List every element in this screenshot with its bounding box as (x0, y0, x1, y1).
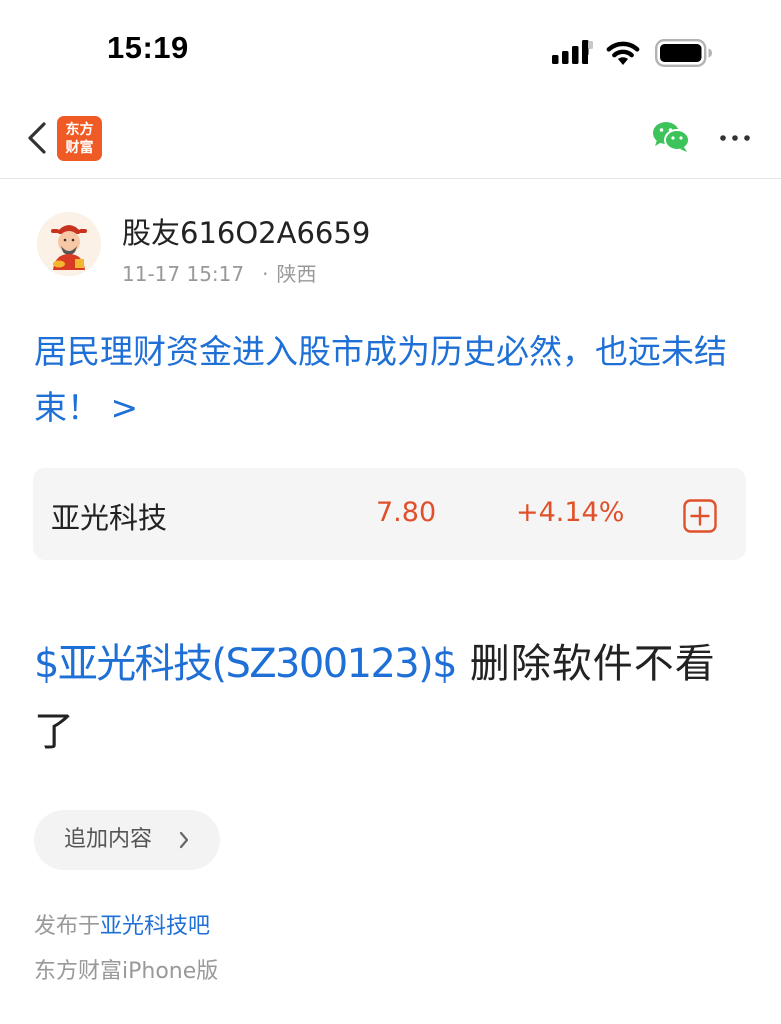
navigation-bar: 东方 财富 (0, 100, 781, 179)
add-watchlist-icon[interactable] (683, 499, 717, 533)
post-location: 陕西 (276, 262, 317, 286)
god-of-wealth-avatar-icon (37, 212, 101, 276)
author-avatar[interactable] (37, 212, 101, 276)
back-icon[interactable] (24, 120, 54, 156)
signal-icon (552, 40, 594, 64)
app-logo[interactable]: 东方 财富 (57, 116, 102, 161)
author-name[interactable]: 股友616O2A6659 (122, 210, 370, 252)
append-content-label: 追加内容 (64, 827, 153, 852)
post-date: 11-17 15:17 (122, 262, 245, 286)
stock-price: 7.80 (376, 497, 437, 528)
app-logo-top-text: 东方 (65, 121, 94, 138)
client-info: 东方财富iPhone版 (34, 959, 219, 984)
publish-prefix: 发布于 (34, 914, 101, 939)
stock-quote-card[interactable]: 亚光科技 7.80 +4.14% (33, 468, 746, 560)
publish-info: 发布于亚光科技吧 (34, 908, 210, 940)
headline-link[interactable]: 居民理财资金进入股市成为历史必然，也远未结束！ > (34, 324, 746, 436)
post-meta: 11-17 15:17 · 陕西 (122, 258, 316, 287)
forum-link[interactable]: 亚光科技吧 (100, 914, 210, 939)
wechat-icon[interactable] (652, 121, 690, 153)
post-body: $亚光科技(SZ300123)$ 删除软件不看了 (34, 630, 750, 766)
app-logo-bottom-text: 财富 (65, 139, 94, 156)
stock-tag-link[interactable]: $亚光科技(SZ300123)$ (34, 641, 458, 687)
append-content-button[interactable]: 追加内容 (34, 810, 220, 870)
stock-name: 亚光科技 (51, 501, 168, 535)
status-time: 15:19 (107, 30, 189, 65)
chevron-right-icon (179, 831, 189, 849)
more-icon[interactable] (718, 124, 752, 152)
stock-change: +4.14% (516, 497, 625, 528)
wifi-icon (606, 41, 640, 65)
meta-separator: · (262, 262, 269, 286)
battery-icon (655, 39, 712, 67)
status-bar: 15:19 (0, 0, 781, 100)
